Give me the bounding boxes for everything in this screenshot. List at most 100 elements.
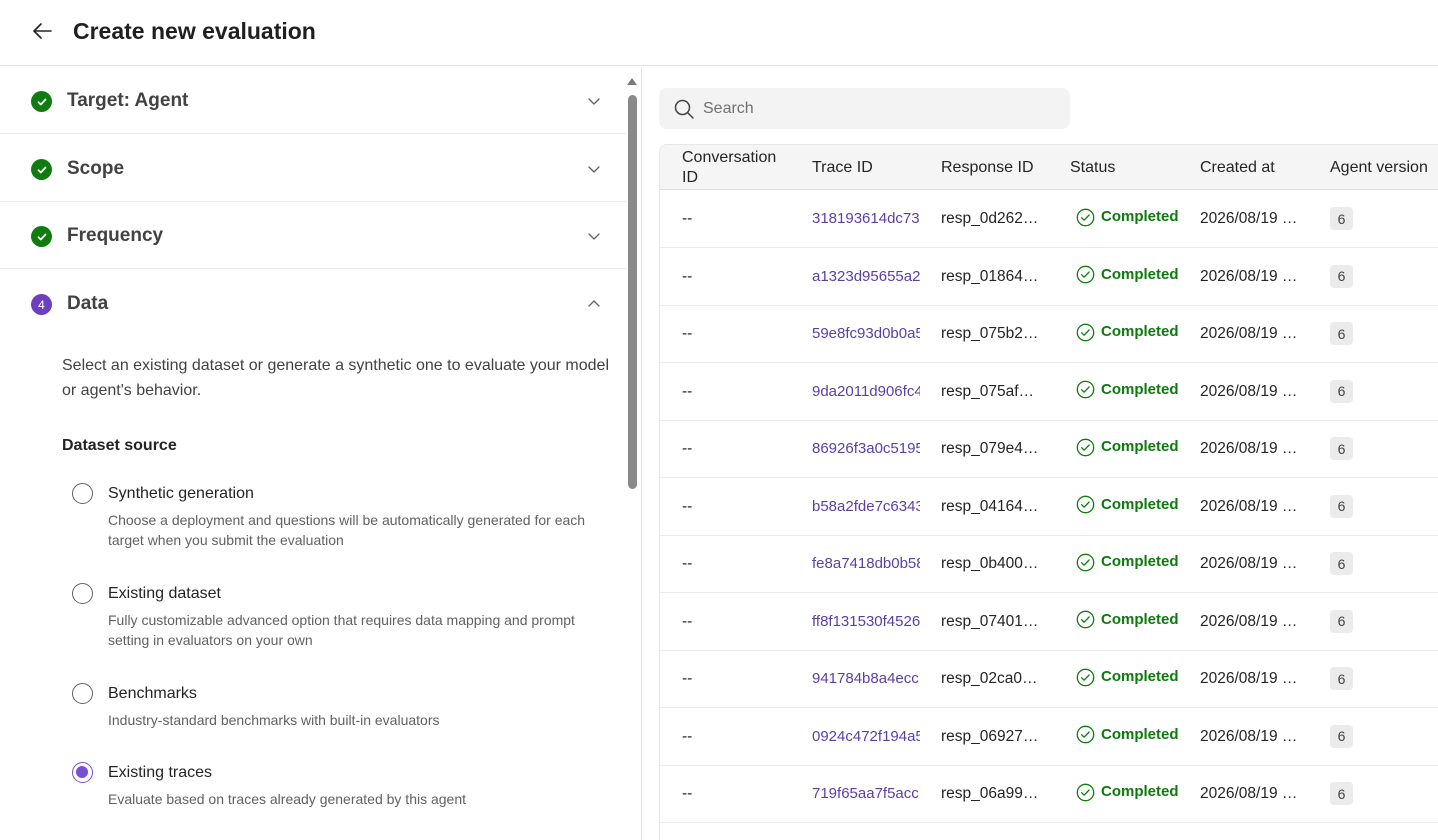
agent-version-badge: 6 — [1330, 379, 1353, 403]
option-title: Benchmarks — [108, 685, 197, 702]
agent-version-badge: 6 — [1330, 322, 1353, 345]
table-row[interactable]: -- a1323d95655a2 resp_01864… Completed 2026/… — [660, 248, 1438, 306]
table-row[interactable]: -- 941784b8a4ecc resp_02ca0… Completed 2026/… — [660, 650, 1438, 708]
column-header-agent-version[interactable]: Agent version — [1330, 158, 1428, 178]
column-header-status[interactable]: Status — [1070, 158, 1115, 178]
page-title: Create new evaluation — [73, 18, 316, 44]
response-id-cell: resp_04164… — [941, 497, 1039, 515]
created-at-cell: 2026/08/19 … — [1200, 382, 1298, 400]
radio-button[interactable] — [72, 583, 93, 604]
trace-id-link[interactable]: 0924c472f194a5 — [812, 727, 920, 747]
search-input[interactable] — [703, 88, 1063, 129]
table-row[interactable]: -- b58a2fde7c6343 resp_04164… Completed 2026… — [660, 478, 1438, 536]
agent-version-badge: 6 — [1330, 494, 1353, 518]
agent-version-badge: 6 — [1330, 552, 1353, 575]
table-row[interactable]: -- 59e8fc93d0b0a5 resp_075b2… Completed 2026… — [660, 305, 1438, 363]
table-row[interactable]: -- 318193614dc73 resp_0d262… Completed 2026/… — [660, 190, 1438, 248]
check-circle-icon — [1076, 323, 1095, 341]
response-id-cell: resp_07401… — [941, 612, 1039, 630]
option-description: Industry-standard benchmarks with built-… — [108, 712, 440, 728]
table-row[interactable]: -- ff8f131530f4526 resp_07401… Completed 202… — [660, 593, 1438, 651]
step-data[interactable]: 4 Data — [0, 270, 626, 337]
step-number: 4 — [31, 294, 52, 315]
trace-id-link[interactable]: b58a2fde7c6343 — [812, 497, 920, 517]
trace-id-link[interactable]: 318193614dc73 — [812, 209, 920, 229]
table-row[interactable]: -- 0924c472f194a5 resp_06927… Completed 2026… — [660, 708, 1438, 766]
data-step-description: Select an existing dataset or generate a… — [62, 357, 610, 399]
trace-id-link[interactable]: 59e8fc93d0b0a5 — [812, 324, 920, 344]
status-badge: Completed — [1076, 207, 1186, 227]
status-badge: Completed — [1076, 265, 1186, 285]
trace-id-link[interactable]: 719f65aa7f5acc — [812, 784, 920, 804]
search-icon — [674, 99, 694, 119]
check-circle-icon — [1076, 610, 1095, 629]
conversation-id-cell: -- — [682, 785, 693, 802]
status-badge: Completed — [1076, 725, 1186, 745]
trace-id-link[interactable]: 941784b8a4ecc — [812, 669, 920, 689]
created-at-cell: 2026/08/19 … — [1200, 267, 1298, 285]
created-at-cell: 2026/08/19 … — [1200, 497, 1298, 515]
status-text: Completed — [1101, 610, 1179, 628]
table-row[interactable]: -- fe8a7418db0b58 resp_0b400… Completed 2026… — [660, 535, 1438, 593]
status-badge: Completed — [1076, 552, 1186, 572]
column-header-response-id[interactable]: Response ID — [941, 158, 1034, 178]
check-circle-icon — [1076, 553, 1095, 571]
radio-button[interactable] — [72, 483, 93, 504]
option-title: Existing dataset — [108, 585, 221, 602]
status-badge: Completed — [1076, 495, 1186, 515]
step-label: Data — [67, 293, 109, 314]
table-row[interactable]: -- 86926f3a0c5195 resp_079e4… Completed 2026… — [660, 420, 1438, 478]
agent-version-badge: 6 — [1330, 667, 1353, 690]
status-badge: Completed — [1076, 610, 1186, 630]
created-at-cell: 2026/08/19 … — [1200, 325, 1298, 342]
option-description: Choose a deployment and questions will b… — [108, 512, 586, 548]
back-button[interactable] — [26, 16, 58, 46]
chevron-down-icon — [588, 98, 600, 105]
trace-id-link[interactable]: ff8f131530f4526 — [812, 612, 920, 632]
conversation-id-cell: -- — [682, 210, 693, 227]
checkmark-icon — [31, 91, 52, 112]
response-id-cell: resp_075af… — [941, 382, 1035, 400]
agent-version-badge: 6 — [1330, 782, 1353, 805]
step-target[interactable]: Target: Agent — [0, 67, 626, 134]
table-row[interactable]: -- 9da2011d906fc4 resp_075af… Completed 2026… — [660, 363, 1438, 421]
response-id-cell: resp_06927… — [941, 727, 1039, 745]
step-frequency[interactable]: Frequency — [0, 202, 626, 269]
check-circle-icon — [1076, 438, 1095, 456]
conversation-id-cell: -- — [682, 497, 693, 515]
search-box[interactable] — [659, 88, 1070, 129]
trace-id-link[interactable]: a1323d95655a2 — [812, 267, 920, 287]
chevron-down-icon — [588, 166, 600, 173]
step-scope[interactable]: Scope — [0, 135, 626, 202]
column-header-created-at[interactable]: Created at — [1200, 158, 1275, 178]
step-label: Target: Agent — [67, 90, 189, 111]
check-circle-icon — [1076, 725, 1095, 744]
radio-button-selected[interactable] — [72, 762, 93, 783]
trace-id-link[interactable]: fe8a7418db0b58 — [812, 554, 920, 574]
scroll-up-arrow-icon[interactable] — [626, 76, 638, 86]
arrow-left-icon — [33, 23, 52, 39]
agent-version-badge: 6 — [1330, 724, 1353, 748]
created-at-cell: 2026/08/19 … — [1200, 785, 1298, 802]
status-text: Completed — [1101, 495, 1179, 513]
response-id-cell: resp_0b400… — [941, 555, 1039, 572]
trace-id-link[interactable]: 9da2011d906fc4 — [812, 382, 920, 402]
column-header-trace-id[interactable]: Trace ID — [812, 158, 873, 178]
page-header: Create new evaluation — [0, 0, 1438, 66]
response-id-cell: resp_079e4… — [941, 440, 1039, 457]
step-label: Scope — [67, 158, 125, 179]
conversation-id-cell: -- — [682, 267, 693, 285]
checkmark-icon — [31, 159, 52, 180]
agent-version-badge: 6 — [1330, 437, 1353, 460]
column-header-conversation[interactable]: Conversation ID — [682, 148, 776, 188]
scrollbar-thumb[interactable] — [628, 95, 637, 489]
status-text: Completed — [1101, 323, 1179, 340]
radio-button[interactable] — [72, 683, 93, 704]
table-row[interactable]: -- 719f65aa7f5acc resp_06a99… Completed 2026… — [660, 765, 1438, 823]
check-circle-icon — [1076, 495, 1095, 514]
check-circle-icon — [1076, 265, 1095, 284]
status-badge: Completed — [1076, 380, 1186, 400]
status-text: Completed — [1101, 668, 1179, 685]
trace-id-link[interactable]: 86926f3a0c5195 — [812, 439, 920, 459]
created-at-cell: 2026/08/19 … — [1200, 440, 1298, 457]
